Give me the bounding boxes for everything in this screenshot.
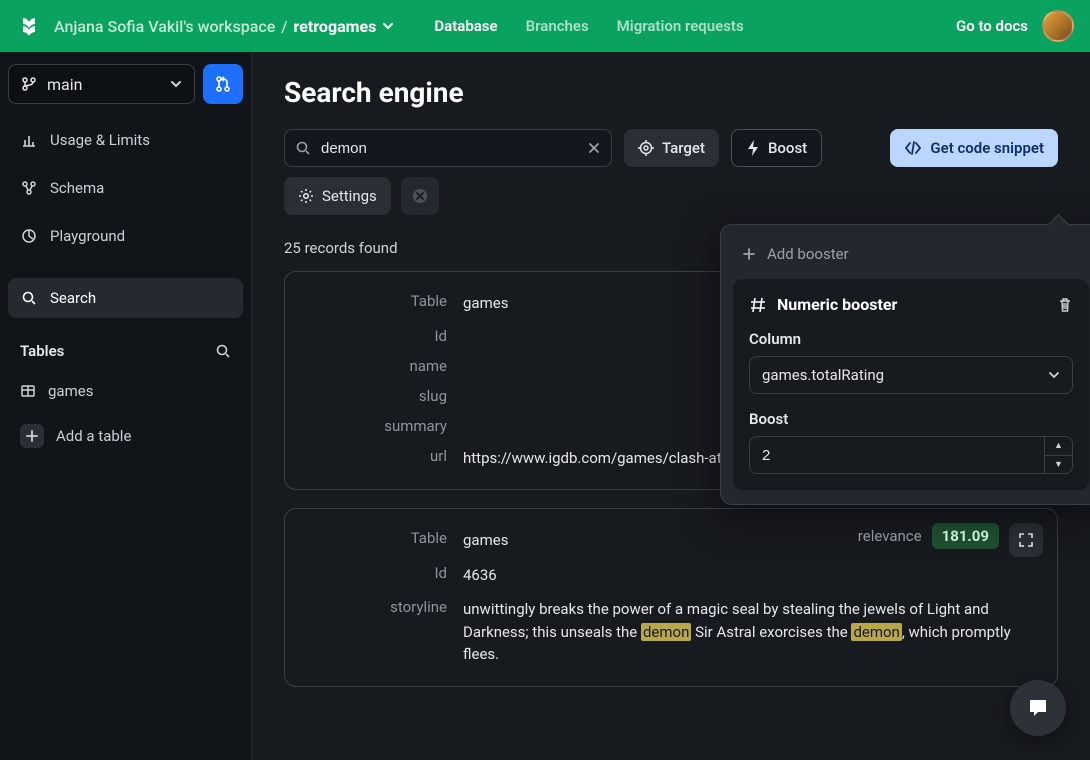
sidebar-item-search[interactable]: Search [8,278,243,318]
booster-card: Numeric booster Column games.totalRating… [733,279,1089,490]
avatar[interactable] [1042,10,1074,42]
code-icon [904,141,922,155]
plus-icon [20,424,44,448]
relevance-wrap: relevance 181.09 [858,523,999,549]
workspace-name[interactable]: Anjana Sofia Vakil's workspace [54,17,275,36]
field-name: Id [307,564,447,587]
result-card: relevance 181.09 Table games Id 4636 sto… [284,508,1058,687]
table-name: games [48,382,93,400]
booster-title: Numeric booster [777,295,897,314]
project-name[interactable]: retrogames [294,17,377,36]
sidebar-item-label: Playground [50,227,125,245]
gear-icon [298,188,314,204]
app-header: Anjana Sofia Vakil's workspace / retroga… [0,0,1090,52]
nav-migration[interactable]: Migration requests [617,17,744,35]
target-icon [638,140,654,156]
branch-select[interactable]: main [8,64,195,104]
playground-icon [20,228,38,244]
field-name: storyline [307,598,447,666]
field-name: slug [307,387,447,405]
field-name: Table [307,529,447,552]
target-button[interactable]: Target [624,129,719,167]
relevance-badge: 181.09 [932,523,999,549]
snippet-label: Get code snippet [930,139,1044,157]
settings-chip[interactable]: Settings [284,177,391,215]
number-stepper: ▲ ▼ [1044,437,1072,473]
field-value: 4636 [463,564,1035,587]
chevron-down-icon[interactable] [382,20,394,32]
boost-value-input[interactable] [762,447,1044,464]
schema-icon [20,180,38,196]
breadcrumb: Anjana Sofia Vakil's workspace / retroga… [54,17,394,36]
expand-button[interactable] [1009,523,1043,557]
sidebar-item-label: Search [50,289,96,307]
table-item-games[interactable]: games [8,374,243,408]
bolt-icon [746,140,760,156]
add-booster-button[interactable]: Add booster [733,239,1089,269]
chat-button[interactable] [1010,680,1066,736]
add-table-label: Add a table [56,427,131,445]
highlight: demon [641,623,691,641]
search-input[interactable] [321,140,577,157]
top-nav: Database Branches Migration requests [434,17,743,35]
search-icon [295,140,311,156]
settings-label: Settings [322,187,377,205]
header-right: Go to docs [956,10,1074,42]
breadcrumb-separator: / [281,17,287,36]
chevron-down-icon [1048,369,1060,381]
relevance-label: relevance [858,527,922,545]
branch-name: main [47,75,82,94]
hash-icon [749,296,767,314]
boost-label: Boost [768,139,807,157]
add-booster-label: Add booster [767,245,849,263]
tables-section-title: Tables [8,326,243,366]
plus-icon [741,246,757,262]
column-select[interactable]: games.totalRating [749,356,1073,394]
sidebar-item-usage[interactable]: Usage & Limits [8,120,243,160]
sidebar-item-label: Usage & Limits [50,131,150,149]
table-icon [20,383,36,399]
sidebar: main Usage & Limits Schema [0,52,252,760]
boost-button[interactable]: Boost [731,129,822,167]
sub-toolbar: Settings [284,177,1058,215]
close-chip[interactable] [401,177,439,215]
sidebar-item-schema[interactable]: Schema [8,168,243,208]
stepper-up[interactable]: ▲ [1045,437,1072,456]
field-name: url [307,447,447,470]
target-label: Target [662,139,705,157]
search-input-wrap[interactable] [284,129,612,167]
field-name: Id [307,327,447,345]
logo[interactable] [16,13,42,39]
nav-branches[interactable]: Branches [526,17,589,35]
boost-number-input[interactable]: ▲ ▼ [749,436,1073,474]
pull-request-button[interactable] [203,64,243,104]
chevron-down-icon [170,78,182,90]
clear-icon[interactable] [587,141,601,155]
boost-popover: Add booster Numeric booster Column games… [720,224,1090,505]
column-label: Column [749,330,1073,348]
field-name: Table [307,292,447,315]
search-toolbar: Target Boost Get code snippet [284,129,1058,167]
highlight: demon [851,623,901,641]
main-content: Search engine Target [252,52,1090,760]
column-value: games.totalRating [762,366,884,384]
add-table-button[interactable]: Add a table [8,416,243,456]
nav-database[interactable]: Database [434,17,497,35]
search-icon[interactable] [215,343,231,359]
search-icon [20,290,38,306]
page-title: Search engine [284,76,1058,109]
field-name: name [307,357,447,375]
sidebar-item-label: Schema [50,179,104,197]
field-value-storyline: unwittingly breaks the power of a magic … [463,598,1035,666]
boost-field-label: Boost [749,410,1073,428]
code-snippet-button[interactable]: Get code snippet [890,129,1058,167]
sidebar-item-playground[interactable]: Playground [8,216,243,256]
docs-link[interactable]: Go to docs [956,17,1028,35]
field-name: summary [307,417,447,435]
stepper-down[interactable]: ▼ [1045,456,1072,474]
git-branch-icon [21,76,37,92]
trash-icon[interactable] [1057,297,1073,313]
chart-icon [20,132,38,148]
